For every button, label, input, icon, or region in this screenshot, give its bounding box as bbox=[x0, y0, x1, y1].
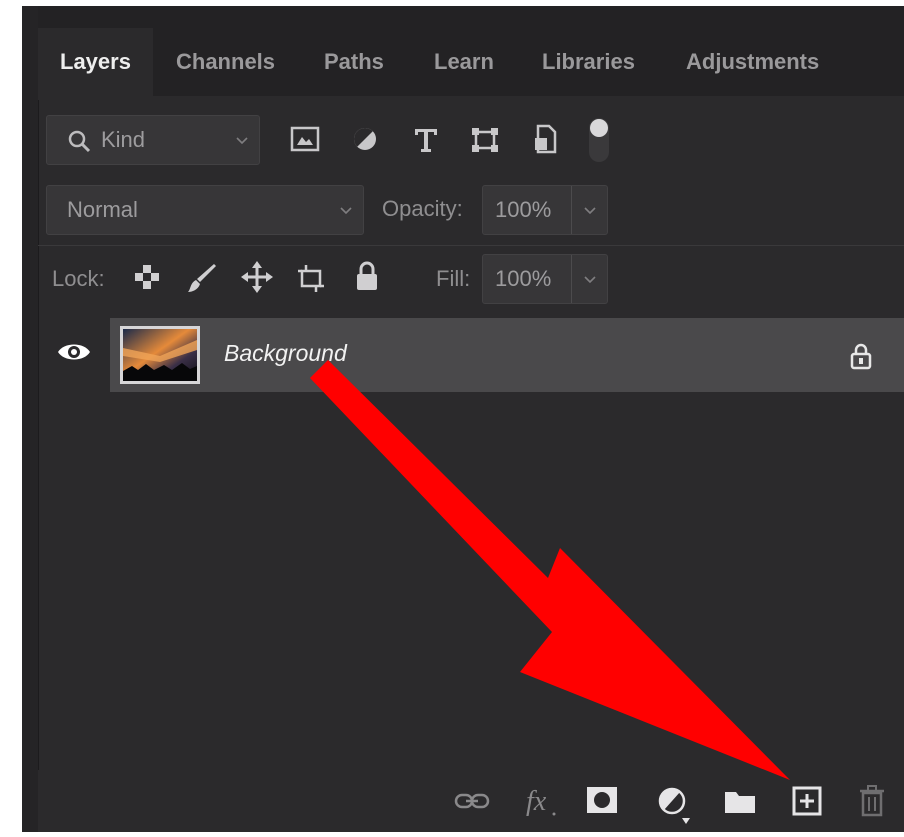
annotation-arrow bbox=[310, 360, 790, 780]
